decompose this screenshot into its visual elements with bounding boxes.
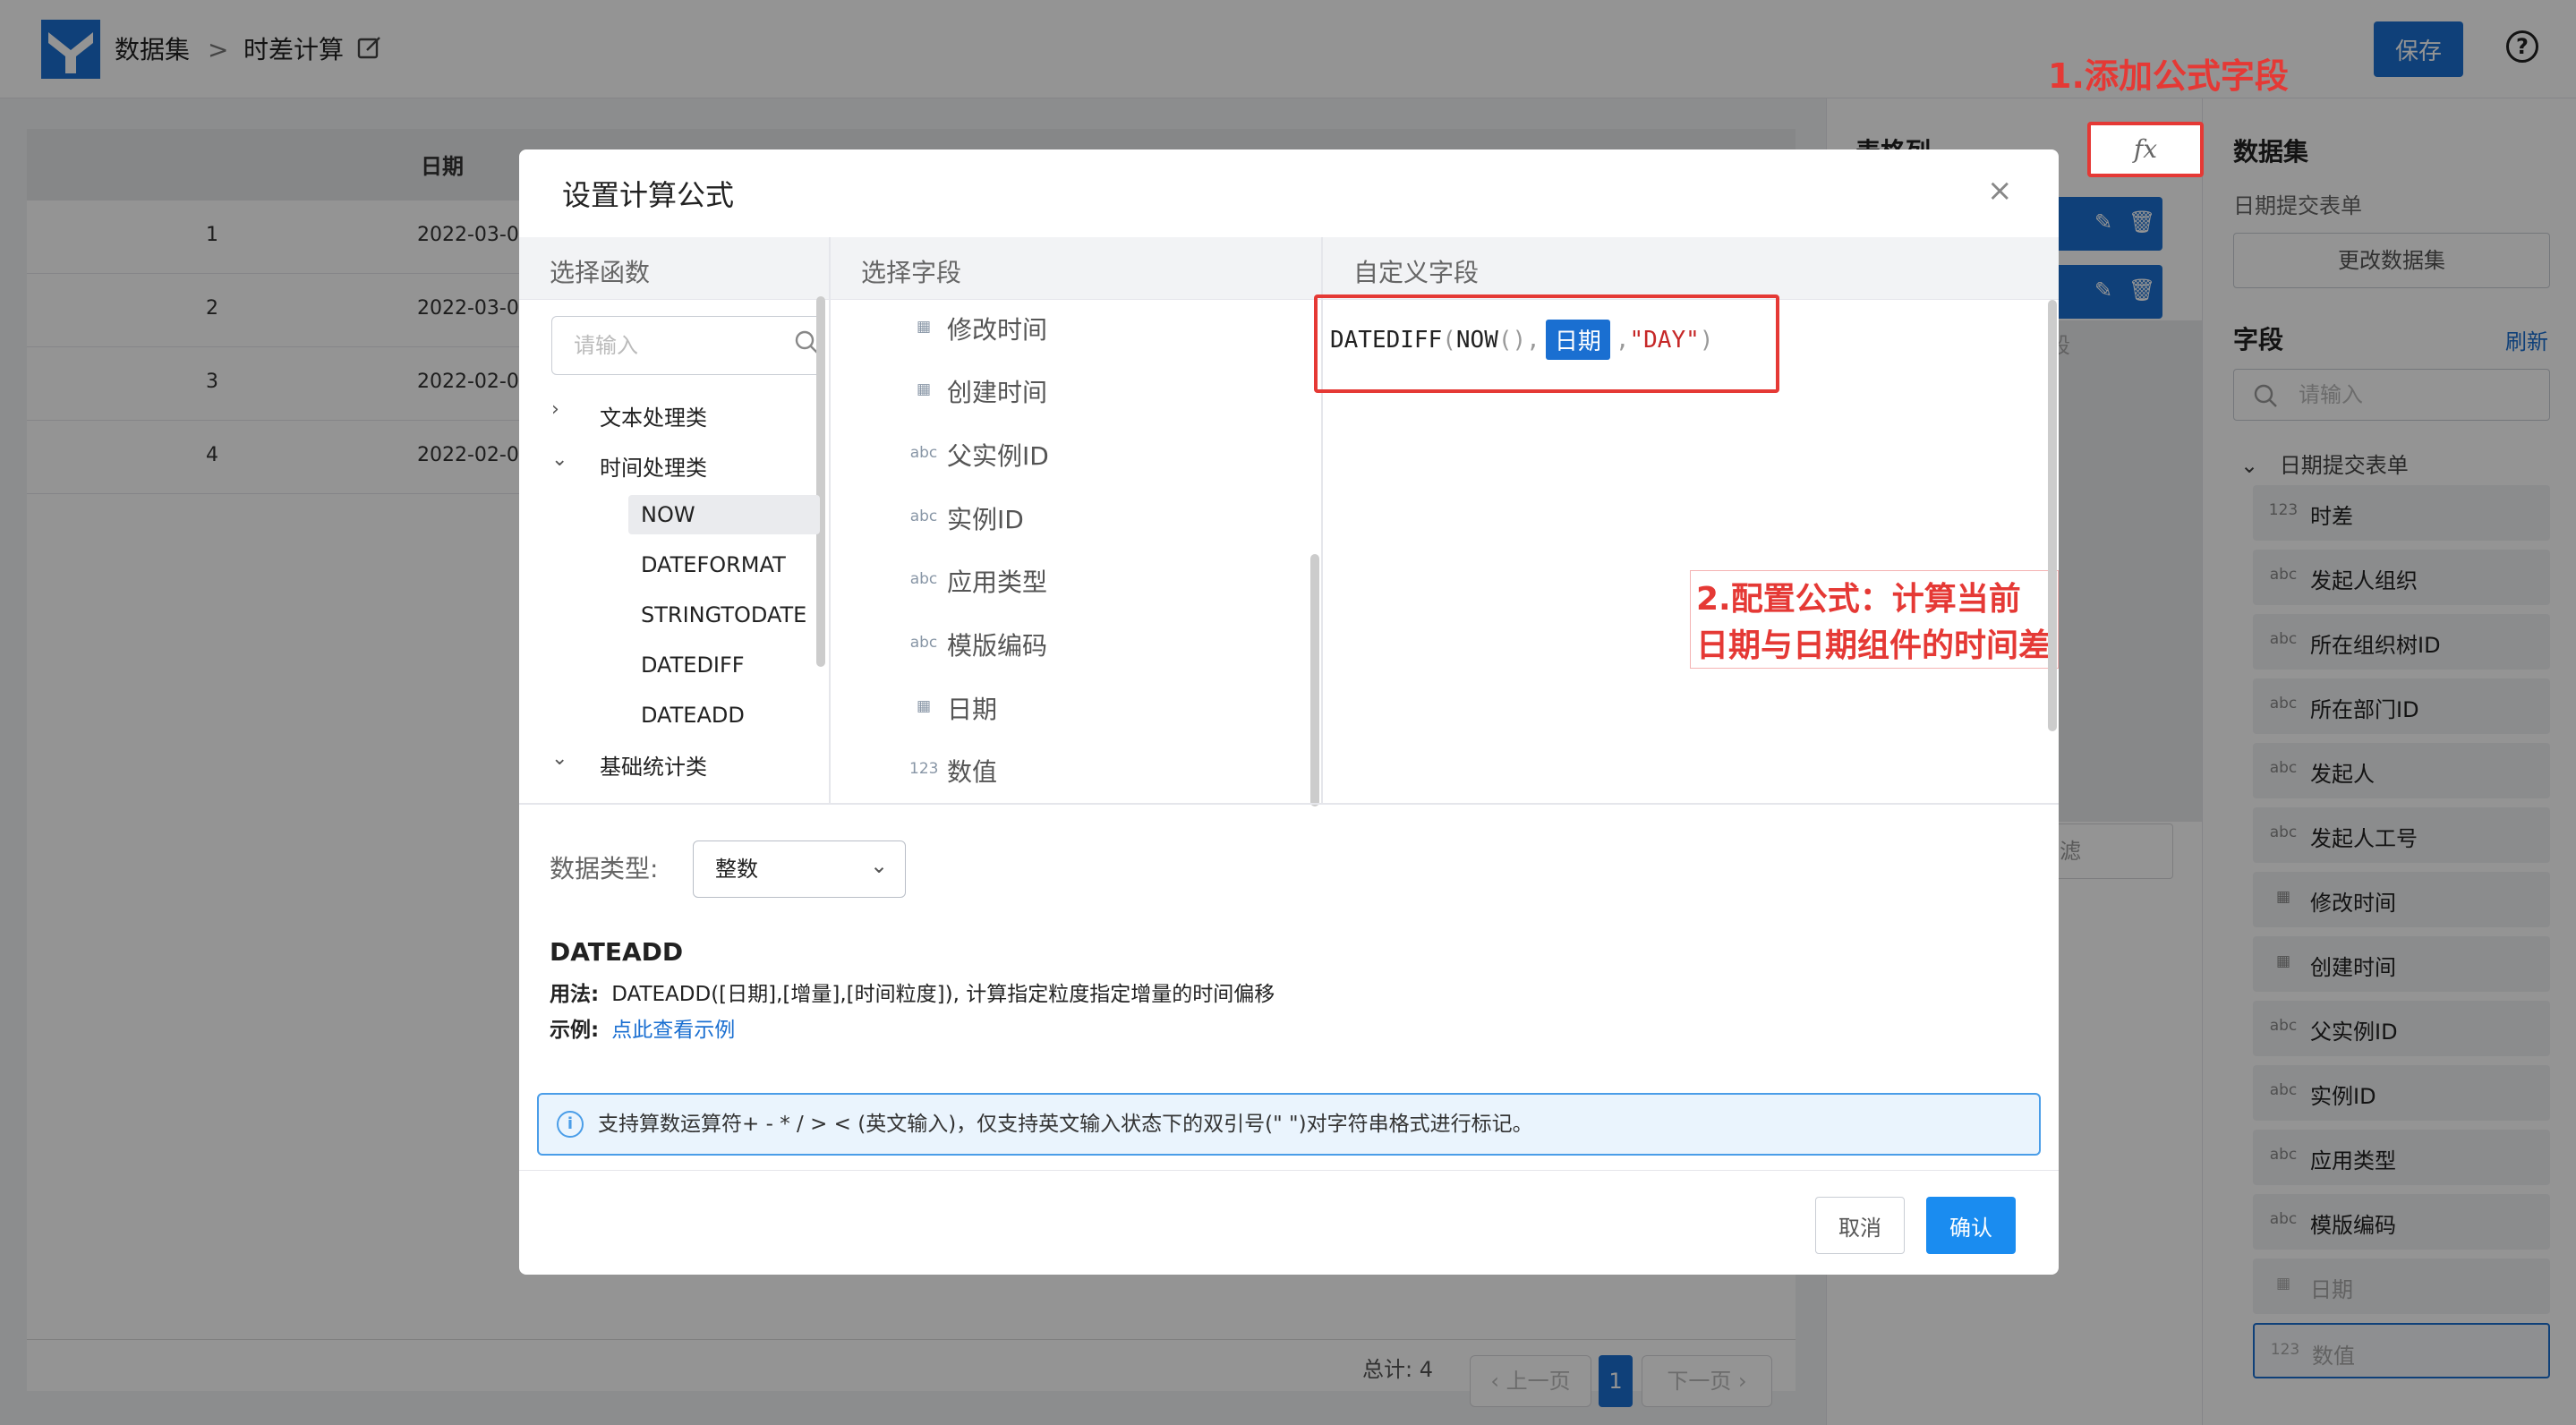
field-option-label: 创建时间 [947,378,1048,407]
formula-editor[interactable]: DATEDIFF(NOW(), 日期, "DAY") [1330,320,1713,360]
function-item-dateadd[interactable]: DATEADD [628,695,820,735]
field-option-label: 父实例ID [947,441,1049,471]
formula-function: DATEDIFF [1330,326,1443,354]
field-option[interactable]: 123 数值 [909,749,1178,796]
field-option-label: 日期 [947,695,998,724]
field-option-label: 实例ID [947,505,1024,534]
annotation-step-2: 2.配置公式：计算当前日期与日期组件的时间差 [1690,570,2059,669]
function-item-now[interactable]: NOW [628,495,820,534]
functions-header: 选择函数 [550,258,651,287]
data-type-label: 数据类型: [550,854,659,883]
function-item-dateformat[interactable]: DATEFORMAT [628,545,820,585]
dialog-footer-divider [519,1170,2059,1171]
text-type-icon: abc [909,508,938,525]
field-list-scrollbar[interactable] [1310,554,1319,806]
calendar-icon: ▦ [916,318,932,336]
function-group-text[interactable]: › 文本处理类 [519,391,815,434]
field-option-label: 应用类型 [947,567,1048,597]
field-option[interactable]: abc 模版编码 [909,623,1178,670]
example-link[interactable]: 点此查看示例 [611,1019,735,1042]
example-label: 示例: [550,1019,600,1042]
function-item-stringtodate[interactable]: STRINGTODATE [628,595,820,635]
function-doc-name: DATEADD [550,937,684,967]
close-icon[interactable]: × [1987,173,2013,209]
function-item-datediff[interactable]: DATEDIFF [628,645,820,685]
function-group-label: 基础统计类 [600,755,707,780]
function-doc-usage: 用法: DATEADD([日期],[增量],[时间粒度]), 计算指定粒度指定增量… [550,977,1275,1007]
formula-now: NOW [1455,326,1498,354]
calendar-icon: ▦ [916,380,932,398]
fields-header: 选择字段 [861,258,962,287]
function-search-input[interactable]: 请输入 [551,316,825,375]
text-type-icon: abc [909,634,938,652]
dialog-divider [519,803,2059,805]
formula-string: "DAY" [1629,326,1700,354]
formula-now-parens: () [1497,326,1527,354]
field-option[interactable]: abc 父实例ID [909,433,1178,480]
usage-label: 用法: [550,983,600,1006]
function-doc-example: 示例: 点此查看示例 [550,1012,735,1043]
confirm-button[interactable]: 确认 [1926,1197,2016,1254]
text-type-icon: abc [909,570,938,588]
function-group-stats[interactable]: ⌄ 基础统计类 [519,740,815,783]
chevron-down-icon: ⌄ [870,853,889,878]
calendar-icon: ▦ [916,697,932,715]
chevron-down-icon: ⌄ [551,448,568,471]
info-icon: i [557,1111,584,1138]
custom-field-header: 自定义字段 [1353,258,1480,287]
annotation-step-1: 1.添加公式字段 [2048,56,2289,96]
dialog-column-headers: 选择函数 选择字段 自定义字段 [519,237,2059,300]
formula-open-paren: ( [1442,326,1456,354]
function-group-label: 时间处理类 [600,456,707,481]
function-group-label: 文本处理类 [600,405,707,431]
add-formula-field-button[interactable]: fx [2087,122,2204,177]
formula-editor-scrollbar[interactable] [2048,300,2057,731]
field-option-label: 数值 [947,757,998,787]
field-option[interactable]: abc 应用类型 [909,559,1178,606]
field-option[interactable]: ▦ 修改时间 [909,307,1178,354]
chevron-down-icon: ⌄ [551,747,568,770]
formula-field-tag[interactable]: 日期 [1545,320,1610,360]
field-option[interactable]: abc 实例ID [909,497,1178,543]
operator-tip: 支持算数运算符+ - * / > < (英文输入)，仅支持英文输入状态下的双引号… [537,1093,2041,1156]
cancel-button[interactable]: 取消 [1815,1197,1905,1254]
field-option[interactable]: ▦ 创建时间 [909,370,1178,416]
formula-comma: , [1526,326,1540,354]
field-option[interactable]: ▦ 日期 [909,687,1178,733]
number-type-icon: 123 [909,760,939,778]
column-divider [829,237,831,803]
formula-close-paren: ) [1699,326,1714,354]
text-type-icon: abc [909,444,938,462]
chevron-right-icon: › [551,398,559,421]
usage-text: DATEADD([日期],[增量],[时间粒度]), 计算指定粒度指定增量的时间… [611,983,1275,1006]
dialog-title: 设置计算公式 [562,178,735,212]
formula-comma: , [1615,326,1630,354]
formula-dialog: 设置计算公式 × 选择函数 选择字段 自定义字段 请输入 › 文本处理类 ⌄ 时… [519,149,2059,1275]
field-option-label: 模版编码 [947,631,1048,661]
field-option-label: 修改时间 [947,315,1048,345]
function-group-time[interactable]: ⌄ 时间处理类 [519,441,815,484]
